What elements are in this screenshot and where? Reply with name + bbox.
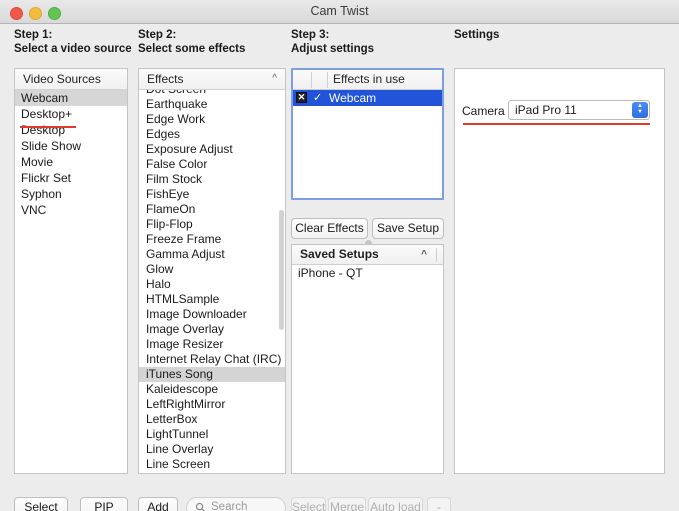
clear-effects-button[interactable]: Clear Effects [291,218,368,239]
effect-item[interactable]: Image Downloader [139,307,285,322]
step2-heading: Step 2: Select some effects [138,29,246,55]
video-source-item[interactable]: Webcam [15,90,127,106]
effect-item[interactable]: Kaleidescope [139,382,285,397]
remove-setup-button[interactable]: - [427,497,451,511]
chevron-up-icon[interactable]: ^ [272,69,277,89]
effect-item[interactable]: Gamma Adjust [139,247,285,262]
column-divider [327,72,328,88]
search-icon [195,502,205,511]
effect-item[interactable]: iTunes Song [139,367,285,382]
effects-in-use-panel[interactable]: Effects in use ✕ ✓ Webcam [291,68,444,200]
effect-item[interactable]: Glow [139,262,285,277]
video-source-item[interactable]: VNC [15,202,127,218]
effects-in-use-row[interactable]: ✕ ✓ Webcam [293,90,442,106]
saved-setups-header-label: Saved Setups [300,247,379,261]
effect-item[interactable]: LeftRightMirror [139,397,285,412]
save-setup-button[interactable]: Save Setup [372,218,444,239]
effect-item[interactable]: LetterBox [139,412,285,427]
camera-annotation-underline [463,123,650,125]
effect-item[interactable]: False Color [139,157,285,172]
app-window: Cam Twist Step 1: Select a video source … [0,0,679,511]
effect-item[interactable]: Edge Work [139,112,285,127]
effect-item[interactable]: Film Stock [139,172,285,187]
title-bar: Cam Twist [0,0,679,24]
effects-header: Effects ^ [139,69,285,90]
pip-button[interactable]: PIP [80,497,128,511]
effects-in-use-header-label: Effects in use [333,72,405,86]
video-sources-rows[interactable]: Webcam Desktop+ Desktop Slide Show Movie Flic… [15,90,127,218]
effect-item[interactable]: Line Screen [139,457,285,472]
effect-enabled-checkmark-icon[interactable]: ✓ [313,90,322,106]
column-divider [311,72,312,88]
effect-item[interactable]: Internet Relay Chat (IRC) [139,352,285,367]
webcam-annotation-underline [20,126,76,128]
effect-item[interactable]: Halo [139,277,285,292]
effect-item[interactable]: FishEye [139,187,285,202]
select-source-button[interactable]: Select [14,497,68,511]
saved-setups-rows[interactable]: iPhone - QT [292,265,443,281]
effect-item[interactable]: Dot Screen [139,90,285,97]
saved-setups-header: Saved Setups ^ [292,245,443,265]
video-source-item[interactable]: Desktop+ [15,106,127,122]
effect-item[interactable]: LightTunnel [139,427,285,442]
effect-item[interactable]: Line Overlay [139,442,285,457]
effects-rows[interactable]: Dot ScreenEarthquakeEdge WorkEdgesExposu… [139,90,285,472]
effect-item[interactable]: Exposure Adjust [139,142,285,157]
search-placeholder: Search [211,501,248,511]
effect-item[interactable]: Flip-Flop [139,217,285,232]
column-divider [436,248,437,262]
window-content: Step 1: Select a video source Step 2: Se… [0,24,679,511]
effects-list[interactable]: Effects ^ Dot ScreenEarthquakeEdge WorkE… [138,68,286,474]
effects-header-label: Effects [147,72,184,86]
video-sources-header: Video Sources [15,69,127,90]
effects-scrollbar-thumb[interactable] [279,210,284,330]
chevron-up-icon[interactable]: ^ [421,245,427,265]
video-sources-list[interactable]: Video Sources Webcam Desktop+ Desktop Slide… [14,68,128,474]
effect-item[interactable]: FlameOn [139,202,285,217]
saved-setups-list[interactable]: Saved Setups ^ iPhone - QT [291,244,444,474]
effect-item[interactable]: Image Resizer [139,337,285,352]
settings-heading: Settings [454,29,500,41]
effects-scrollbar[interactable] [279,90,284,473]
settings-panel [454,68,665,474]
camera-label: Camera [462,104,505,118]
saved-setup-item[interactable]: iPhone - QT [292,265,443,281]
window-title: Cam Twist [310,4,369,18]
effects-in-use-row-label: Webcam [329,91,377,105]
add-effect-button[interactable]: Add [138,497,178,511]
video-source-item[interactable]: Desktop [15,122,127,138]
auto-load-button[interactable]: Auto load [368,497,423,511]
step3-heading: Step 3: Adjust settings [291,29,375,55]
effects-in-use-header: Effects in use [293,70,442,90]
remove-effect-icon[interactable]: ✕ [296,92,307,103]
effect-item[interactable]: Edges [139,127,285,142]
effects-scroll-viewport[interactable]: Dot ScreenEarthquakeEdge WorkEdgesExposu… [139,90,285,473]
effect-item[interactable]: Image Overlay [139,322,285,337]
stepper-arrows-icon[interactable]: ▲ ▼ [632,102,648,118]
step1-heading: Step 1: Select a video source [14,29,132,55]
search-input[interactable]: Search [186,497,286,511]
effect-item[interactable]: Earthquake [139,97,285,112]
effect-item[interactable]: HTMLSample [139,292,285,307]
camera-select[interactable]: iPad Pro 11 ▲ ▼ [508,100,650,120]
video-source-item[interactable]: Movie [15,154,127,170]
camera-select-value: iPad Pro 11 [515,103,577,117]
select-setup-button[interactable]: Select [291,497,326,511]
video-source-item[interactable]: Flickr Set [15,170,127,186]
merge-button[interactable]: Merge [328,497,366,511]
effect-item[interactable]: Freeze Frame [139,232,285,247]
video-source-item[interactable]: Syphon [15,186,127,202]
video-source-item[interactable]: Slide Show [15,138,127,154]
